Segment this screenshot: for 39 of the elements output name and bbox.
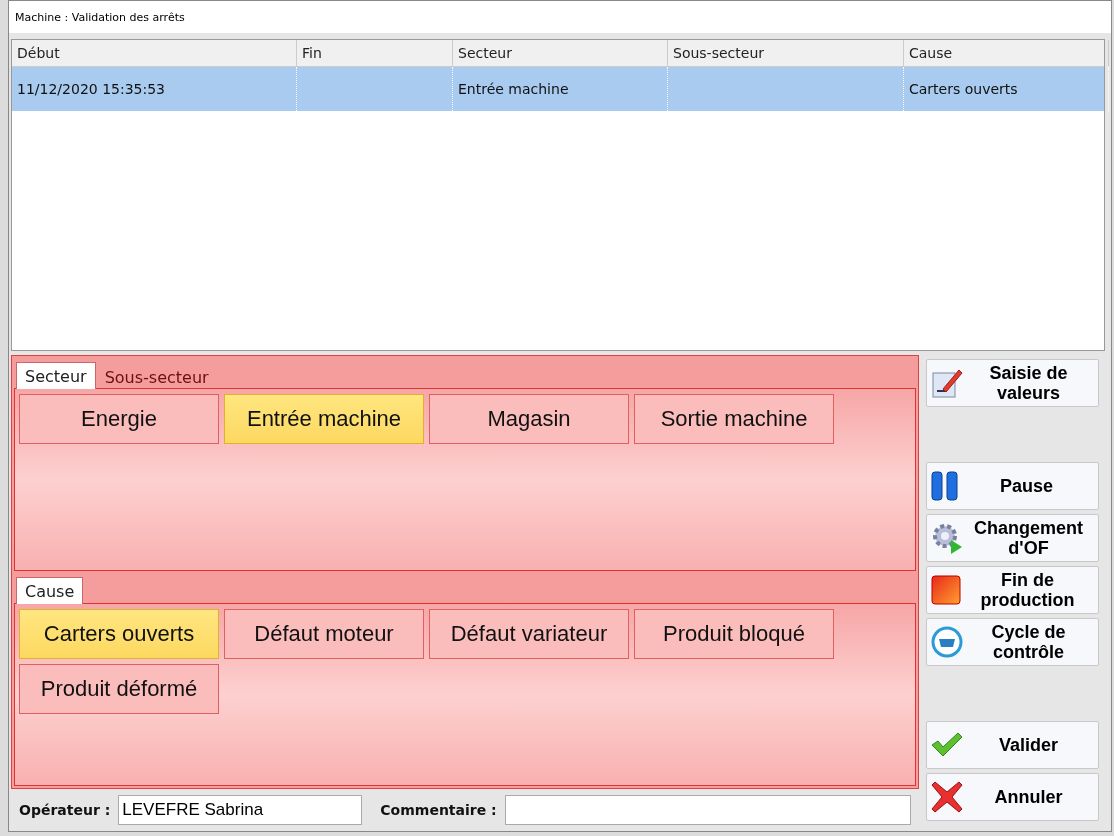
check-icon	[931, 732, 963, 758]
field-label: Commentaire :	[380, 802, 497, 818]
column-header[interactable]: Cause	[904, 40, 1109, 66]
stop-square-icon	[931, 575, 961, 605]
pause-icon	[931, 471, 959, 501]
cycle-icon	[931, 626, 963, 658]
tab[interactable]: Cause	[16, 577, 84, 604]
option-button[interactable]: Carters ouverts	[19, 609, 219, 659]
column-header[interactable]: Fin	[297, 40, 453, 66]
option-button[interactable]: Entrée machine	[224, 394, 424, 444]
option-button[interactable]: Défaut moteur	[224, 609, 424, 659]
field-label: Opérateur :	[19, 802, 111, 818]
option-button[interactable]: Produit déformé	[19, 664, 219, 714]
option-button[interactable]: Magasin	[429, 394, 629, 444]
option-button[interactable]: Produit bloqué	[634, 609, 834, 659]
cross-icon	[931, 781, 963, 813]
tab[interactable]: Secteur	[16, 362, 96, 389]
option-button[interactable]: Energie	[19, 394, 219, 444]
comment-field[interactable]	[504, 795, 911, 825]
action-button[interactable]: Valider	[926, 721, 1099, 769]
gear-icon	[931, 522, 963, 554]
option-button[interactable]: Défaut variateur	[429, 609, 629, 659]
action-button[interactable]: Saisie de valeurs	[926, 359, 1099, 407]
option-button[interactable]: Sortie machine	[634, 394, 834, 444]
column-header[interactable]: Sous-secteur	[668, 40, 904, 66]
table-cell: 11/12/2020 15:35:53	[12, 67, 297, 111]
table-cell: Carters ouverts	[904, 67, 1109, 111]
operator-field[interactable]: LEVEFRE Sabrina	[118, 795, 363, 825]
action-button[interactable]: Cycle de contrôle	[926, 618, 1099, 666]
window-title: Machine : Validation des arrêts	[15, 10, 185, 24]
action-button[interactable]: Changement d'OF	[926, 514, 1099, 562]
pencil-icon	[931, 367, 963, 399]
tab[interactable]: Sous-secteur	[95, 364, 218, 388]
column-header[interactable]: Secteur	[453, 40, 668, 66]
table-cell: Entrée machine	[453, 67, 668, 111]
column-header[interactable]: Début	[12, 40, 297, 66]
action-button[interactable]: Fin de production	[926, 566, 1099, 614]
action-button[interactable]: Annuler	[926, 773, 1099, 821]
action-button[interactable]: Pause	[926, 462, 1099, 510]
